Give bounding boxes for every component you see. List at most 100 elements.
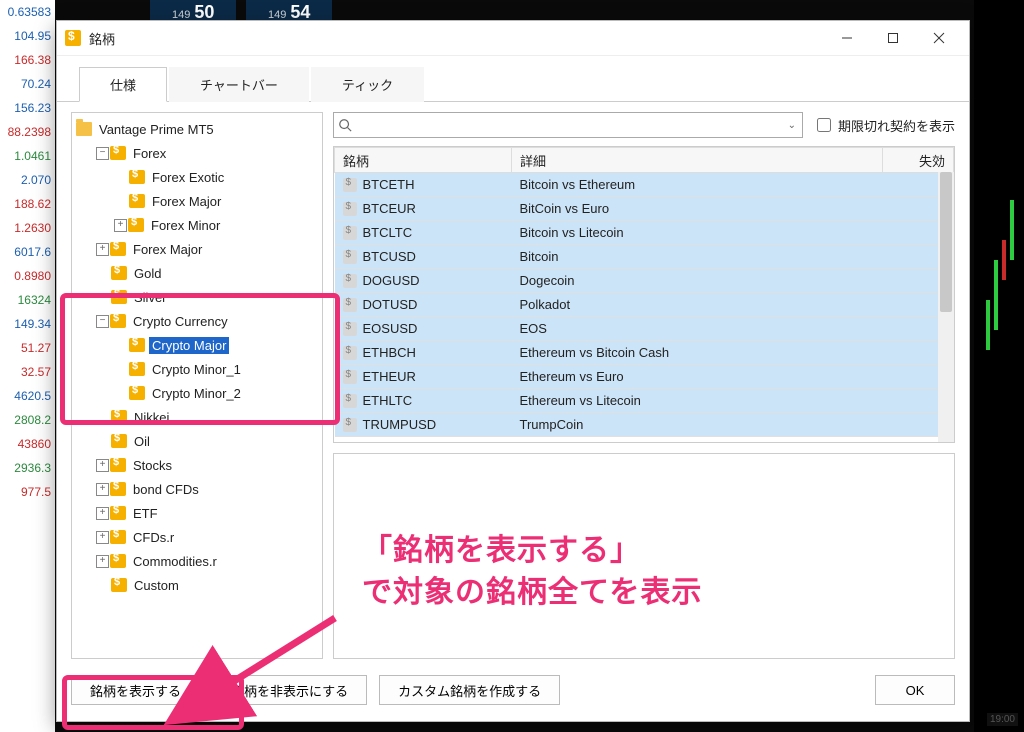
tab-chartbar[interactable]: チャートバー bbox=[169, 67, 309, 102]
tree-item[interactable]: Oil bbox=[74, 429, 320, 453]
dollar-icon bbox=[129, 338, 145, 352]
table-row[interactable]: ETHBCHEthereum vs Bitcoin Cash bbox=[335, 341, 954, 365]
symbol-name: DOGUSD bbox=[363, 273, 420, 288]
symbol-name: ETHBCH bbox=[363, 345, 416, 360]
table-row[interactable]: TRUMPUSDTrumpCoin bbox=[335, 413, 954, 437]
table-row[interactable]: BTCLTCBitcoin vs Litecoin bbox=[335, 221, 954, 245]
tree-item-label: Silver bbox=[131, 289, 170, 306]
tree-item[interactable]: +Commodities.r bbox=[74, 549, 320, 573]
dollar-icon bbox=[343, 202, 357, 216]
tree-item-label: Stocks bbox=[130, 457, 175, 474]
tree-spacer bbox=[114, 362, 128, 376]
dollar-icon bbox=[110, 482, 126, 496]
maximize-button[interactable] bbox=[871, 24, 915, 52]
collapse-icon[interactable]: − bbox=[96, 147, 109, 160]
dollar-icon bbox=[343, 394, 357, 408]
dollar-icon bbox=[110, 146, 126, 160]
table-row[interactable]: ETHLTCEthereum vs Litecoin bbox=[335, 389, 954, 413]
tree-item[interactable]: Crypto Minor_2 bbox=[74, 381, 320, 405]
dollar-icon bbox=[129, 194, 145, 208]
table-row[interactable]: BTCUSDBitcoin bbox=[335, 245, 954, 269]
expand-icon[interactable]: + bbox=[96, 459, 109, 472]
table-row[interactable]: EOSUSDEOS bbox=[335, 317, 954, 341]
tree-item[interactable]: + Stocks bbox=[74, 453, 320, 477]
symbol-table[interactable]: 銘柄 詳細 失効 BTCETHBitcoin vs EthereumBTCEUR… bbox=[333, 146, 955, 443]
symbols-dialog: 銘柄 仕様 チャートバー ティック Vantage Prime MT5 − Fore… bbox=[56, 20, 970, 722]
search-field[interactable]: ⌄ bbox=[333, 112, 803, 138]
tree-item[interactable]: + ETF bbox=[74, 501, 320, 525]
col-symbol[interactable]: 銘柄 bbox=[335, 148, 512, 173]
show-expired-checkbox[interactable]: 期限切れ契約を表示 bbox=[813, 115, 955, 135]
tree-item[interactable]: +bond CFDs bbox=[74, 477, 320, 501]
symbol-name: DOTUSD bbox=[363, 297, 418, 312]
folder-icon bbox=[76, 122, 92, 136]
dollar-icon bbox=[129, 170, 145, 184]
tree-item-label: Forex bbox=[130, 145, 169, 162]
table-scrollbar[interactable] bbox=[938, 172, 954, 442]
search-dropdown-icon[interactable]: ⌄ bbox=[786, 120, 798, 131]
symbol-name: ETHEUR bbox=[363, 369, 416, 384]
dollar-icon bbox=[110, 530, 126, 544]
minimize-button[interactable] bbox=[825, 24, 869, 52]
tree-item[interactable]: Forex Major bbox=[74, 189, 320, 213]
table-row[interactable]: BTCETHBitcoin vs Ethereum bbox=[335, 173, 954, 197]
create-custom-symbol-button[interactable]: カスタム銘柄を作成する bbox=[379, 675, 560, 705]
tree-spacer bbox=[114, 338, 128, 352]
expand-icon[interactable]: + bbox=[96, 507, 109, 520]
expand-icon[interactable]: + bbox=[96, 483, 109, 496]
show-expired-input[interactable] bbox=[817, 118, 831, 132]
tree-item[interactable]: Gold bbox=[74, 261, 320, 285]
col-disabled[interactable]: 失効 bbox=[883, 148, 954, 173]
tree-item[interactable]: Crypto Major bbox=[74, 333, 320, 357]
dollar-icon bbox=[343, 250, 357, 264]
hide-symbol-button[interactable]: 銘柄を非表示にする bbox=[212, 675, 367, 705]
tree-spacer bbox=[96, 410, 110, 424]
tree-item-label: Gold bbox=[131, 265, 164, 282]
expand-icon[interactable]: + bbox=[114, 219, 127, 232]
tree-item[interactable]: Forex Exotic bbox=[74, 165, 320, 189]
symbol-detail: Ethereum vs Euro bbox=[512, 365, 883, 389]
table-row[interactable]: ETHEUR Ethereum vs Euro bbox=[335, 365, 954, 389]
search-input[interactable] bbox=[356, 113, 786, 137]
tree-item[interactable]: Crypto Minor_1 bbox=[74, 357, 320, 381]
tree-item[interactable]: + Forex Major bbox=[74, 237, 320, 261]
tree-item-label: Forex Major bbox=[149, 193, 224, 210]
dollar-icon bbox=[343, 370, 357, 384]
table-row[interactable]: DOGUSDDogecoin bbox=[335, 269, 954, 293]
symbol-detail: TrumpCoin bbox=[512, 413, 883, 437]
show-expired-label: 期限切れ契約を表示 bbox=[838, 116, 955, 135]
symbol-name: EOSUSD bbox=[363, 321, 418, 336]
tree-item[interactable]: −Crypto Currency bbox=[74, 309, 320, 333]
tree-item-label: Forex Major bbox=[130, 241, 205, 258]
table-row[interactable]: BTCEURBitCoin vs Euro bbox=[335, 197, 954, 221]
dollar-icon bbox=[343, 298, 357, 312]
symbol-detail: Polkadot bbox=[512, 293, 883, 317]
tree-root-item[interactable]: Vantage Prime MT5 bbox=[74, 117, 320, 141]
tab-tick[interactable]: ティック bbox=[311, 67, 424, 102]
dollar-icon bbox=[111, 434, 127, 448]
tree-item[interactable]: +Forex Minor bbox=[74, 213, 320, 237]
symbol-tree[interactable]: Vantage Prime MT5 − Forex Forex Exotic Forex… bbox=[71, 112, 323, 659]
collapse-icon[interactable]: − bbox=[96, 315, 109, 328]
close-button[interactable] bbox=[917, 24, 961, 52]
show-symbol-button[interactable]: 銘柄を表示する bbox=[71, 675, 200, 705]
tree-item[interactable]: Nikkei bbox=[74, 405, 320, 429]
tree-item-label: Custom bbox=[131, 577, 182, 594]
tab-spec[interactable]: 仕様 bbox=[79, 67, 167, 102]
tree-item-label: ETF bbox=[130, 505, 161, 522]
tree-item[interactable]: − Forex bbox=[74, 141, 320, 165]
tree-item[interactable]: +CFDs.r bbox=[74, 525, 320, 549]
dollar-icon bbox=[343, 322, 357, 336]
ok-button[interactable]: OK bbox=[875, 675, 955, 705]
expand-icon[interactable]: + bbox=[96, 555, 109, 568]
background-market-watch: 0.63583104.95166.3870.24156.2388.23981.0… bbox=[0, 0, 55, 732]
dollar-icon bbox=[129, 386, 145, 400]
expand-icon[interactable]: + bbox=[96, 531, 109, 544]
tree-item[interactable]: Custom bbox=[74, 573, 320, 597]
table-row[interactable]: DOTUSD Polkadot bbox=[335, 293, 954, 317]
dollar-icon bbox=[343, 274, 357, 288]
expand-icon[interactable]: + bbox=[96, 243, 109, 256]
tree-item[interactable]: Silver bbox=[74, 285, 320, 309]
col-detail[interactable]: 詳細 bbox=[512, 148, 883, 173]
symbol-detail: BitCoin vs Euro bbox=[512, 197, 883, 221]
